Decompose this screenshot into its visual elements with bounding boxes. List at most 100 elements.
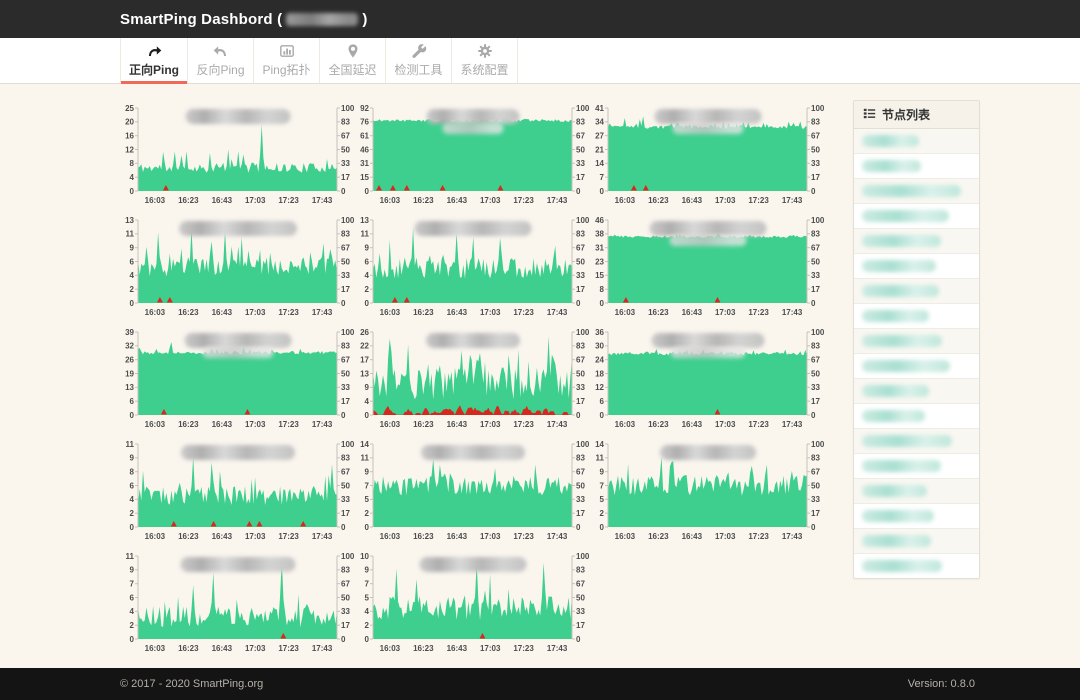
ping-chart-9[interactable]: 0 6 12 18 24 30 36 0 17 33 50 67 83 100 16:03 16:23 16:4… — [590, 324, 825, 436]
node-list-item[interactable] — [854, 329, 979, 354]
svg-text:83: 83 — [811, 342, 820, 351]
svg-text:16:23: 16:23 — [178, 196, 199, 205]
svg-text:17:43: 17:43 — [782, 196, 803, 205]
svg-text:13: 13 — [125, 383, 134, 392]
svg-text:17:23: 17:23 — [513, 196, 534, 205]
svg-text:16:23: 16:23 — [178, 420, 199, 429]
svg-text:33: 33 — [341, 495, 350, 504]
node-list-item[interactable] — [854, 404, 979, 429]
svg-text:0: 0 — [130, 635, 135, 644]
node-list-item[interactable] — [854, 454, 979, 479]
svg-text:17:03: 17:03 — [715, 420, 736, 429]
svg-text:0: 0 — [341, 187, 346, 196]
node-list-item[interactable] — [854, 379, 979, 404]
svg-text:2: 2 — [130, 621, 135, 630]
node-list-item[interactable] — [854, 304, 979, 329]
node-list-item[interactable] — [854, 204, 979, 229]
svg-text:2: 2 — [365, 621, 370, 630]
svg-text:46: 46 — [595, 216, 604, 225]
svg-text:33: 33 — [811, 159, 820, 168]
ping-chart-1[interactable]: 0 4 8 12 16 20 25 0 17 33 50 67 83 100 16:03 16:23 16:43… — [120, 100, 355, 212]
ping-chart-2[interactable]: 0 15 31 46 61 76 92 0 17 33 50 67 83 100 16:03 16:23 16:… — [355, 100, 590, 212]
node-list-item[interactable] — [854, 129, 979, 154]
node-list — [854, 129, 979, 578]
node-list-item[interactable] — [854, 279, 979, 304]
tab-ping-topology[interactable]: Ping拓扑 — [254, 38, 320, 83]
svg-text:50: 50 — [811, 481, 820, 490]
svg-text:17: 17 — [576, 285, 585, 294]
svg-text:17: 17 — [811, 397, 820, 406]
svg-text:16:03: 16:03 — [380, 420, 401, 429]
svg-text:17:43: 17:43 — [547, 308, 568, 317]
svg-text:46: 46 — [360, 145, 369, 154]
tab-national-latency[interactable]: 全国延迟 — [320, 38, 386, 83]
svg-text:17:43: 17:43 — [312, 644, 333, 653]
svg-text:16:03: 16:03 — [380, 196, 401, 205]
svg-text:6: 6 — [130, 397, 135, 406]
svg-text:67: 67 — [576, 132, 585, 141]
svg-text:0: 0 — [600, 187, 605, 196]
node-name-redacted — [862, 335, 942, 347]
svg-text:0: 0 — [341, 299, 346, 308]
svg-text:16:43: 16:43 — [212, 196, 233, 205]
svg-text:38: 38 — [595, 230, 604, 239]
svg-text:17:23: 17:23 — [748, 196, 769, 205]
node-list-item[interactable] — [854, 529, 979, 554]
chart-subtitle-redacted — [669, 235, 746, 246]
ping-chart-6[interactable]: 0 8 15 23 31 38 46 0 17 33 50 67 83 100 16:03 16:23 16:4… — [590, 212, 825, 324]
svg-text:0: 0 — [600, 411, 605, 420]
svg-text:17:43: 17:43 — [782, 532, 803, 541]
svg-text:50: 50 — [811, 257, 820, 266]
tab-system-config[interactable]: 系统配置 — [452, 38, 518, 83]
svg-text:16:23: 16:23 — [648, 196, 669, 205]
ping-chart-14[interactable]: 0 2 4 5 7 9 10 0 17 33 50 67 83 100 16:03 16:23 16:43 17:… — [355, 548, 590, 660]
node-name-redacted — [862, 410, 925, 422]
ping-chart-13[interactable]: 0 2 4 6 7 9 11 0 17 33 50 67 83 100 16:03 16:23 16:43 17:… — [120, 548, 355, 660]
svg-text:15: 15 — [360, 173, 369, 182]
svg-text:67: 67 — [576, 356, 585, 365]
node-list-item[interactable] — [854, 254, 979, 279]
node-list-item[interactable] — [854, 229, 979, 254]
ping-chart-11[interactable]: 0 2 5 7 9 11 14 0 17 33 50 67 83 100 16:03 16:23 16:43 17… — [355, 436, 590, 548]
node-list-item[interactable] — [854, 154, 979, 179]
svg-text:17:23: 17:23 — [748, 420, 769, 429]
node-list-item[interactable] — [854, 429, 979, 454]
tab-detect-tools[interactable]: 检测工具 — [386, 38, 452, 83]
ping-chart-3[interactable]: 0 7 14 21 27 34 41 0 17 33 50 67 83 100 16:03 16:23 16:4… — [590, 100, 825, 212]
svg-text:27: 27 — [595, 132, 604, 141]
svg-text:17:03: 17:03 — [480, 196, 501, 205]
svg-text:9: 9 — [365, 468, 370, 477]
svg-text:17:43: 17:43 — [312, 420, 333, 429]
svg-text:0: 0 — [600, 523, 605, 532]
ping-chart-7[interactable]: 0 6 13 19 26 32 39 0 17 33 50 67 83 100 16:03 16:23 16:4… — [120, 324, 355, 436]
ping-chart-5[interactable]: 0 2 4 6 9 11 13 0 17 33 50 67 83 100 16:03 16:23 16:43 17… — [355, 212, 590, 324]
svg-text:16:23: 16:23 — [178, 644, 199, 653]
svg-text:5: 5 — [365, 593, 370, 602]
svg-text:16:03: 16:03 — [615, 420, 636, 429]
svg-text:7: 7 — [600, 481, 605, 490]
svg-text:0: 0 — [365, 299, 370, 308]
svg-text:0: 0 — [130, 523, 135, 532]
node-list-item[interactable] — [854, 554, 979, 578]
tab-forward-ping[interactable]: 正向Ping — [120, 38, 188, 84]
node-list-item[interactable] — [854, 354, 979, 379]
svg-text:17:03: 17:03 — [245, 532, 266, 541]
ping-chart-12[interactable]: 0 2 5 7 9 11 14 0 17 33 50 67 83 100 16:03 16:23 16:43 17… — [590, 436, 825, 548]
node-list-item[interactable] — [854, 504, 979, 529]
svg-text:67: 67 — [811, 468, 820, 477]
ping-chart-10[interactable]: 0 2 4 6 8 9 11 0 17 33 50 67 83 100 16:03 16:23 16:43 17:… — [120, 436, 355, 548]
svg-text:67: 67 — [811, 244, 820, 253]
page-title: SmartPing Dashbord () — [120, 11, 368, 28]
svg-text:33: 33 — [576, 495, 585, 504]
svg-text:4: 4 — [365, 607, 370, 616]
svg-text:24: 24 — [595, 356, 604, 365]
ping-chart-8[interactable]: 0 4 9 13 17 22 26 0 17 33 50 67 83 100 16:03 16:23 16:43… — [355, 324, 590, 436]
svg-text:0: 0 — [576, 411, 581, 420]
ping-chart-4[interactable]: 0 2 4 6 9 11 13 0 17 33 50 67 83 100 16:03 16:23 16:43 17… — [120, 212, 355, 324]
node-list-item[interactable] — [854, 179, 979, 204]
node-list-item[interactable] — [854, 479, 979, 504]
node-name-redacted — [862, 235, 941, 247]
tab-reverse-ping[interactable]: 反向Ping — [188, 38, 254, 83]
svg-text:17:23: 17:23 — [513, 308, 534, 317]
svg-text:16:03: 16:03 — [615, 532, 636, 541]
